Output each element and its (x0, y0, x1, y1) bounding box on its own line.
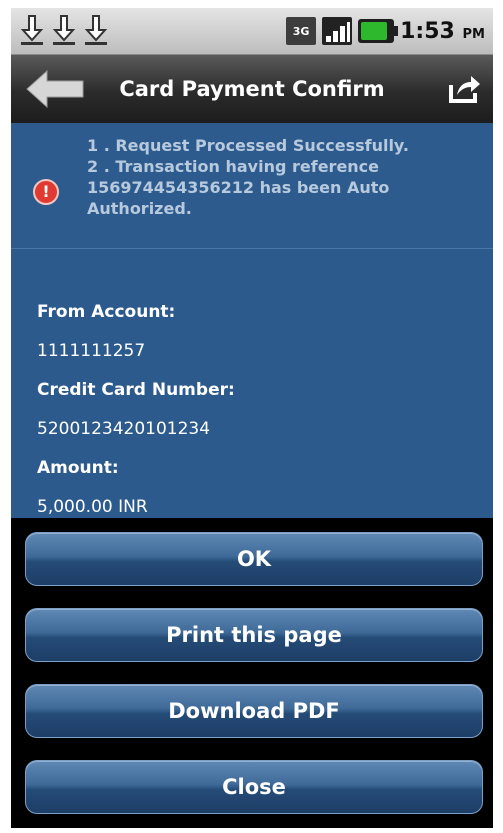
amount-value: 5,000.00 INR (37, 497, 148, 517)
message-text: 1 . Request Processed Successfully. 2 . … (87, 135, 483, 219)
status-time: 1:53 PM (400, 19, 485, 44)
ok-button[interactable]: OK (25, 532, 483, 586)
card-number-value: 5200123420101234 (37, 419, 211, 439)
amount-label: Amount: (37, 458, 119, 478)
download-icon (20, 15, 44, 45)
network-3g-icon: 3G (286, 17, 317, 45)
back-arrow-icon[interactable] (25, 69, 85, 109)
title-bar: Card Payment Confirm (11, 55, 493, 123)
content-panel[interactable]: ! 1 . Request Processed Successfully. 2 … (11, 123, 493, 518)
phone-screen: 3G 1:53 PM Card Payment Confirm ! 1 . Re… (11, 8, 493, 828)
time-ampm: PM (462, 26, 485, 42)
message-line-2: 2 . Transaction having reference 1569744… (87, 157, 390, 218)
download-icon (84, 15, 108, 45)
download-icon (52, 15, 76, 45)
signal-strength-icon (322, 17, 353, 45)
share-icon[interactable] (447, 71, 481, 105)
from-account-value: 1111111257 (37, 341, 146, 361)
action-buttons: OK Print this page Download PDF Close (11, 518, 493, 828)
battery-icon (358, 19, 399, 43)
download-pdf-button[interactable]: Download PDF (25, 684, 483, 738)
details-list: From Account: 1111111257 Credit Card Num… (37, 293, 235, 518)
message-line-1: 1 . Request Processed Successfully. (87, 136, 409, 155)
from-account-label: From Account: (37, 302, 176, 322)
message-box: ! 1 . Request Processed Successfully. 2 … (11, 123, 493, 249)
status-bar: 3G 1:53 PM (11, 8, 493, 55)
error-icon: ! (33, 179, 59, 205)
time-value: 1:53 (400, 18, 455, 44)
card-number-label: Credit Card Number: (37, 380, 235, 400)
page-title: Card Payment Confirm (119, 77, 385, 101)
print-button[interactable]: Print this page (25, 608, 483, 662)
close-button[interactable]: Close (25, 760, 483, 814)
